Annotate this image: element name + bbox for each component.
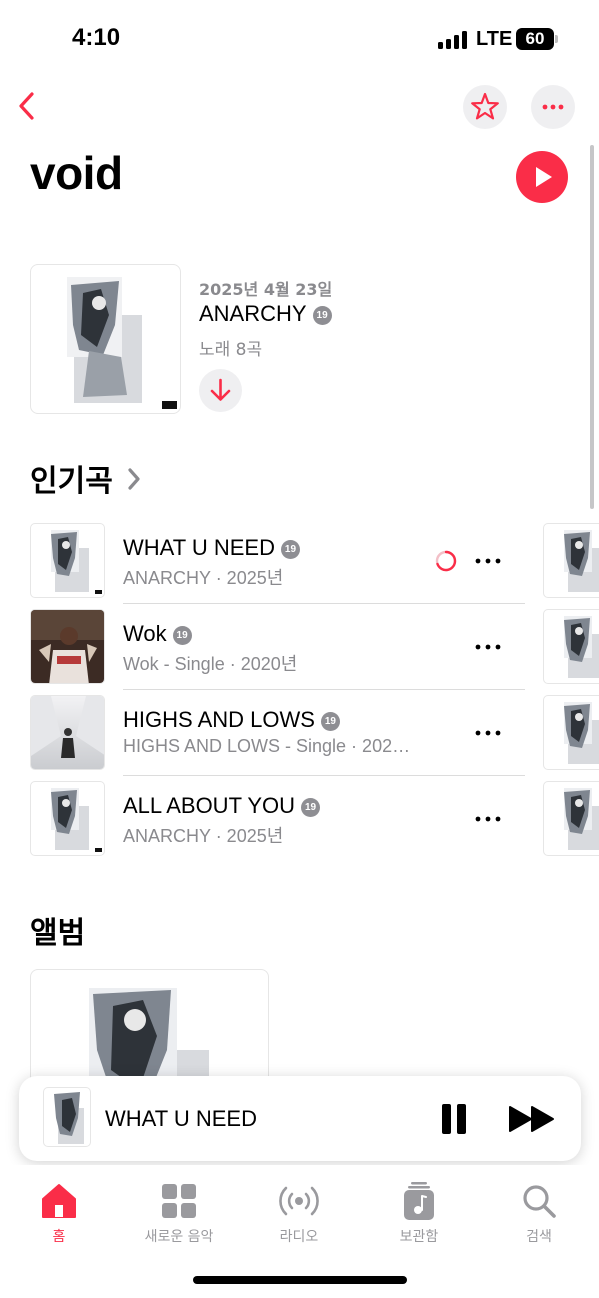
song-more-button[interactable] bbox=[473, 637, 503, 657]
explicit-badge: 19 bbox=[172, 625, 192, 645]
song-title: HIGHS AND LOWS 19 bbox=[123, 707, 340, 733]
radio-icon bbox=[279, 1186, 319, 1216]
song-more-button[interactable] bbox=[473, 809, 503, 829]
song-subtitle: ANARCHY · 2025년 bbox=[123, 568, 284, 588]
song-row[interactable]: HIGHS AND LOWS 19 HIGHS AND LOWS - Single … bbox=[0, 695, 599, 781]
pause-icon bbox=[442, 1104, 466, 1134]
albums-heading: 앨범 bbox=[30, 916, 86, 951]
tab-radio-label: 라디오 bbox=[279, 1229, 319, 1245]
status-time: 4:10 bbox=[72, 24, 121, 51]
play-button[interactable] bbox=[516, 151, 568, 203]
album-art bbox=[67, 277, 177, 409]
now-playing-title: WHAT U NEED bbox=[105, 1106, 257, 1131]
album-card[interactable] bbox=[30, 969, 269, 1089]
song-title-text: Wok bbox=[123, 621, 167, 646]
song-more-button[interactable] bbox=[473, 723, 503, 743]
artist-name: void bbox=[30, 147, 123, 199]
top-songs-heading-text: 인기곡 bbox=[30, 464, 113, 499]
scroll-indicator bbox=[590, 145, 594, 509]
pause-button[interactable] bbox=[437, 1102, 471, 1136]
star-icon bbox=[471, 92, 499, 120]
next-column-cover bbox=[543, 523, 599, 598]
row-divider bbox=[123, 603, 525, 604]
song-row[interactable]: ALL ABOUT YOU 19 ANARCHY · 2025년 bbox=[0, 781, 599, 867]
cellular-signal-icon bbox=[438, 31, 468, 49]
home-icon bbox=[42, 1184, 76, 1218]
top-songs-heading[interactable]: 인기곡 bbox=[30, 456, 145, 500]
song-title-text: HIGHS AND LOWS bbox=[123, 707, 315, 732]
status-bar: 4:10 LTE 60 bbox=[0, 0, 599, 80]
song-cover bbox=[30, 523, 105, 598]
song-cover bbox=[30, 695, 105, 770]
latest-release-cover[interactable] bbox=[30, 264, 181, 414]
next-column-cover bbox=[543, 781, 599, 856]
song-subtitle: ANARCHY · 2025년 bbox=[123, 826, 284, 846]
mini-player-cover bbox=[43, 1087, 91, 1147]
song-cover bbox=[30, 781, 105, 856]
download-button[interactable] bbox=[199, 369, 242, 412]
network-type: LTE bbox=[476, 28, 513, 50]
play-icon bbox=[536, 167, 552, 187]
tab-new-music[interactable]: 새로운 음악 bbox=[124, 1177, 234, 1247]
row-divider bbox=[123, 689, 525, 690]
song-subtitle: HIGHS AND LOWS - Single · 202… bbox=[123, 736, 411, 756]
search-icon bbox=[523, 1185, 556, 1218]
song-row[interactable]: Wok 19 Wok - Single · 2020년 bbox=[0, 609, 599, 695]
ellipsis-icon bbox=[475, 816, 501, 822]
ellipsis-icon bbox=[542, 104, 564, 110]
song-subtitle: Wok - Single · 2020년 bbox=[123, 654, 298, 674]
song-title-text: WHAT U NEED bbox=[123, 535, 275, 560]
row-divider bbox=[123, 775, 525, 776]
mini-player[interactable]: WHAT U NEED bbox=[19, 1076, 581, 1161]
tab-library-label: 보관함 bbox=[399, 1229, 439, 1245]
loading-spinner-icon bbox=[434, 549, 458, 573]
favorite-button[interactable] bbox=[463, 85, 507, 129]
battery-tip bbox=[555, 35, 558, 43]
song-title: Wok 19 bbox=[123, 621, 192, 647]
battery-level: 60 bbox=[525, 29, 545, 48]
chevron-right-icon bbox=[128, 468, 140, 490]
song-more-button[interactable] bbox=[473, 551, 503, 571]
release-title[interactable]: ANARCHY 19 bbox=[199, 301, 332, 327]
ellipsis-icon bbox=[475, 730, 501, 736]
song-cover bbox=[30, 609, 105, 684]
release-song-count: 노래 8곡 bbox=[199, 340, 263, 360]
tab-library[interactable]: 보관함 bbox=[364, 1177, 474, 1247]
chevron-left-icon bbox=[19, 92, 34, 120]
next-column-cover bbox=[543, 609, 599, 684]
album-art bbox=[89, 988, 209, 1089]
song-title-text: ALL ABOUT YOU bbox=[123, 793, 296, 818]
tab-search[interactable]: 검색 bbox=[484, 1177, 594, 1247]
tab-new-music-label: 새로운 음악 bbox=[144, 1229, 214, 1245]
ellipsis-icon bbox=[475, 644, 501, 650]
explicit-badge: 19 bbox=[320, 711, 340, 731]
song-title: ALL ABOUT YOU 19 bbox=[123, 793, 321, 819]
explicit-badge: 19 bbox=[280, 539, 300, 559]
song-row[interactable]: WHAT U NEED 19 ANARCHY · 2025년 bbox=[0, 523, 599, 609]
release-title-text: ANARCHY bbox=[199, 301, 307, 326]
more-options-button[interactable] bbox=[531, 85, 575, 129]
next-track-button[interactable] bbox=[507, 1103, 559, 1135]
tab-search-label: 검색 bbox=[526, 1229, 552, 1245]
tab-home-label: 홈 bbox=[52, 1229, 66, 1245]
library-icon bbox=[404, 1182, 434, 1220]
download-arrow-icon bbox=[210, 378, 231, 401]
battery-icon: 60 bbox=[516, 28, 554, 50]
tab-radio[interactable]: 라디오 bbox=[244, 1177, 354, 1247]
forward-icon bbox=[509, 1106, 554, 1132]
home-indicator bbox=[193, 1276, 407, 1284]
release-date: 2025년 4월 23일 bbox=[199, 280, 333, 299]
tab-home[interactable]: 홈 bbox=[4, 1177, 114, 1247]
album-art bbox=[54, 1092, 84, 1144]
song-title: WHAT U NEED 19 bbox=[123, 535, 300, 561]
explicit-badge: 19 bbox=[312, 305, 332, 325]
grid-icon bbox=[162, 1184, 196, 1218]
ellipsis-icon bbox=[475, 558, 501, 564]
back-button[interactable] bbox=[8, 84, 48, 130]
next-column-cover bbox=[543, 695, 599, 770]
explicit-badge: 19 bbox=[301, 797, 321, 817]
